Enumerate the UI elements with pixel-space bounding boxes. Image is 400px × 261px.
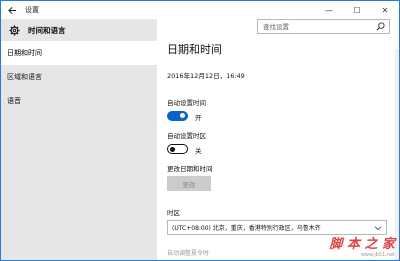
- auto-timezone-label: 自动设置时区: [167, 132, 206, 140]
- dst-label: 自动调整夏令时: [167, 250, 210, 257]
- back-arrow-icon: [7, 6, 16, 14]
- minimize-button[interactable]: —: [315, 1, 343, 19]
- back-button[interactable]: [1, 1, 23, 19]
- title-bar: 设置 — ☐ ✕: [1, 1, 399, 19]
- sidebar: 时间和语言 日期和时间 区域和语言 语音: [1, 19, 157, 260]
- chevron-down-icon: [374, 226, 382, 231]
- gear-icon: [9, 24, 20, 36]
- sidebar-item-region-language[interactable]: 区域和语言: [1, 65, 157, 89]
- auto-time-label: 自动设置时间: [167, 99, 206, 107]
- sidebar-header-label: 时间和语言: [28, 25, 66, 35]
- sidebar-item-label: 语音: [7, 97, 21, 105]
- page-title: 日期和时间: [167, 43, 222, 56]
- timezone-value: (UTC+08:00) 北京，重庆，香港特别行政区，乌鲁木齐: [172, 225, 321, 232]
- change-datetime-label: 更改日期和时间: [167, 165, 213, 173]
- timezone-label: 时区: [167, 209, 180, 217]
- toggle-knob: [180, 113, 185, 118]
- toggle-knob: [170, 146, 175, 152]
- watermark-text: 脚 本 之 家: [329, 237, 395, 252]
- change-datetime-button[interactable]: 更改: [167, 176, 211, 191]
- auto-time-toggle[interactable]: [167, 111, 188, 121]
- maximize-button[interactable]: ☐: [343, 1, 371, 19]
- window-title: 设置: [25, 6, 39, 14]
- settings-window: 设置 — ☐ ✕ 时间和语言 日期和时间 区域和语言 语音 查找设置 日期和时间…: [0, 0, 400, 261]
- sidebar-header: 时间和语言: [1, 19, 157, 41]
- watermark-url: www.jb51.net: [360, 252, 395, 258]
- auto-timezone-state: 关: [195, 147, 202, 155]
- auto-timezone-toggle[interactable]: [167, 144, 188, 154]
- main-content: 日期和时间 2016年12月12日，16:49 自动设置时间 开 自动设置时区 …: [157, 19, 399, 260]
- sidebar-item-label: 日期和时间: [7, 49, 42, 57]
- scrollbar[interactable]: [395, 49, 399, 260]
- auto-time-state: 开: [195, 114, 202, 122]
- sidebar-item-label: 区域和语言: [7, 73, 42, 81]
- window-controls: — ☐ ✕: [315, 1, 399, 19]
- watermark: 脚 本 之 家 www.jb51.net: [329, 233, 395, 258]
- sidebar-item-date-time[interactable]: 日期和时间: [1, 41, 157, 65]
- sidebar-item-speech[interactable]: 语音: [1, 89, 157, 113]
- close-button[interactable]: ✕: [371, 1, 399, 19]
- current-datetime: 2016年12月12日，16:49: [167, 72, 245, 80]
